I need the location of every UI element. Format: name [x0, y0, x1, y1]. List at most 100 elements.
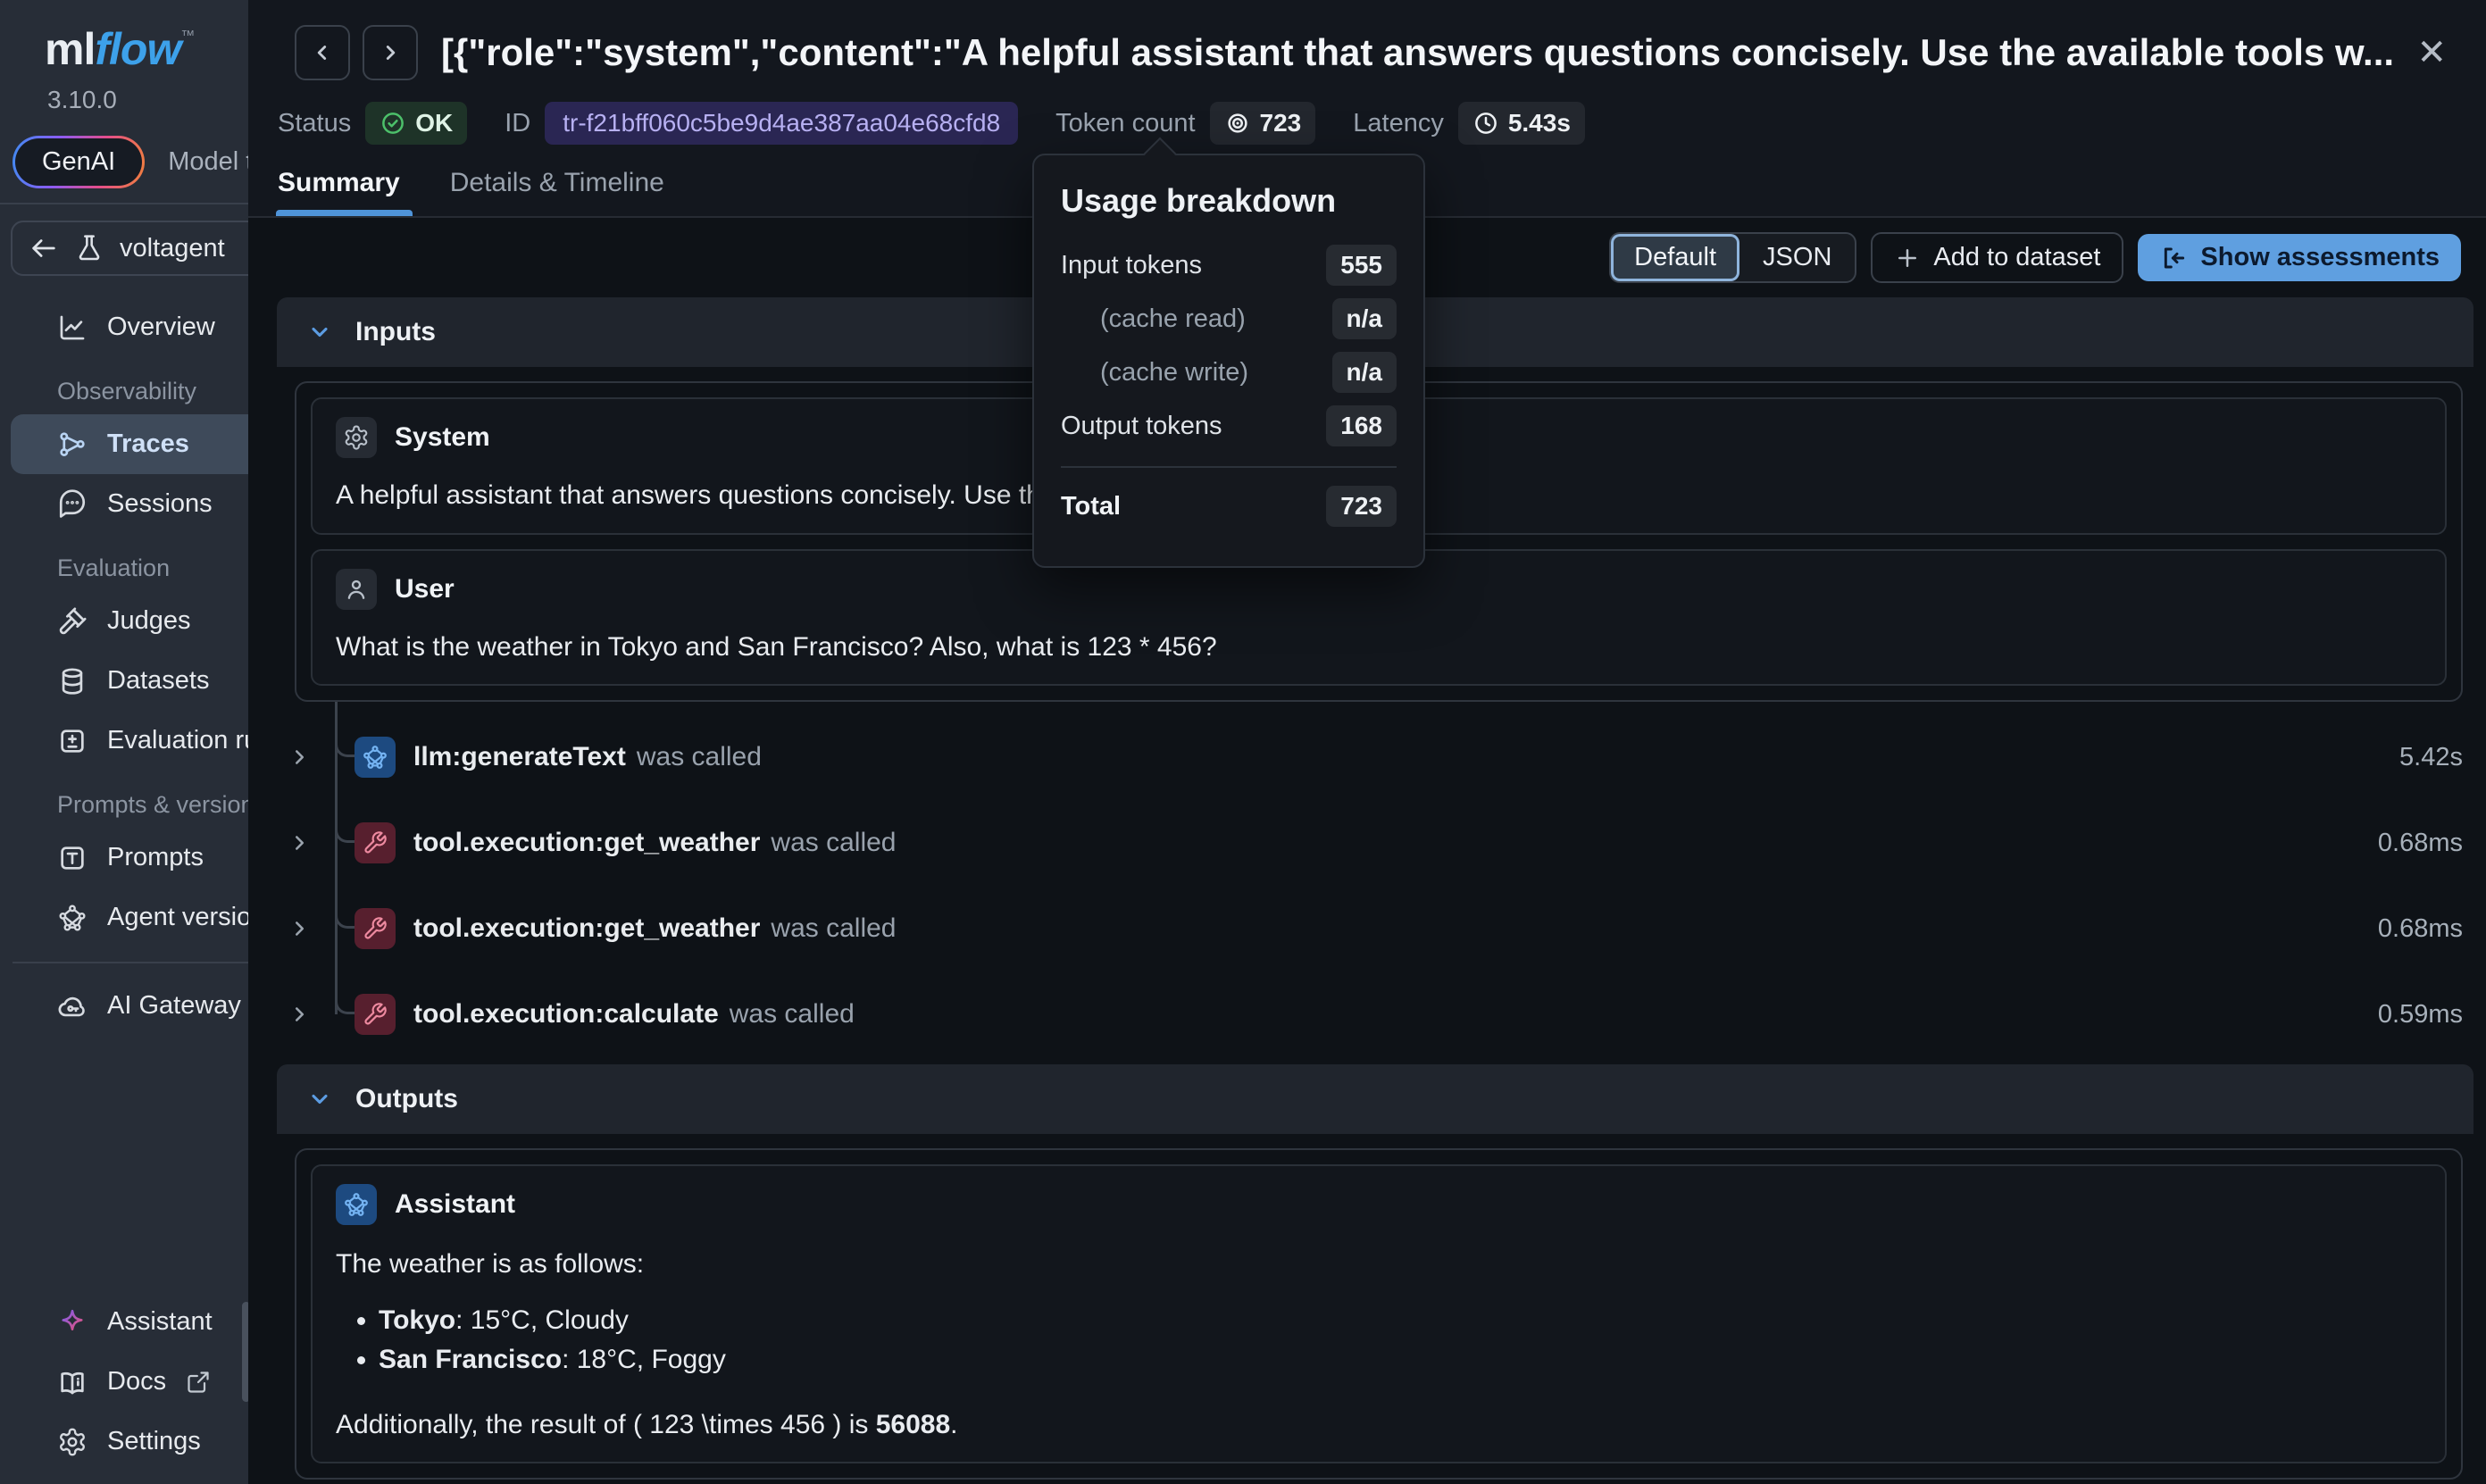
sidebar-item-evaluation-runs[interactable]: Evaluation runs	[0, 711, 248, 771]
tree-connector	[335, 729, 355, 757]
chevron-right-icon[interactable]	[283, 831, 315, 855]
popover-row-total: Total 723	[1061, 486, 1397, 527]
view-mode-json[interactable]: JSON	[1739, 234, 1855, 281]
trace-title: [{"role":"system","content":"A helpful a…	[441, 31, 2397, 74]
span-list: llm:generateText was called 5.42s tool.e…	[277, 714, 2473, 1057]
sidebar-item-judges[interactable]: Judges	[0, 591, 248, 651]
chevron-down-icon	[307, 1087, 332, 1112]
tab-genai[interactable]: GenAI	[13, 136, 145, 188]
value-badge: 168	[1326, 405, 1397, 446]
sidebar-section-evaluation: Evaluation	[0, 534, 248, 591]
user-message-text: What is the weather in Tokyo and San Fra…	[336, 628, 2422, 667]
inputs-section-label: Inputs	[355, 317, 436, 347]
previous-trace-button[interactable]	[295, 25, 350, 80]
popover-row-cache-read: (cache read) n/a	[1061, 298, 1397, 339]
span-row-tool-get-weather-2[interactable]: tool.execution:get_weather was called 0.…	[277, 886, 2473, 971]
network-icon	[57, 903, 88, 933]
sidebar-nav: Overview Observability Traces Sessions E…	[0, 297, 248, 1036]
latency-label: Latency	[1353, 109, 1444, 138]
flask-icon	[75, 234, 104, 263]
trace-detail-panel: [{"role":"system","content":"A helpful a…	[248, 0, 2486, 1484]
tab-details-timeline[interactable]: Details & Timeline	[450, 168, 664, 216]
experiment-selector[interactable]: voltagent	[11, 221, 248, 276]
sidebar-scrollbar-thumb[interactable]	[242, 1302, 248, 1402]
span-duration: 5.42s	[2399, 743, 2473, 772]
sidebar-item-settings[interactable]: Settings	[0, 1412, 248, 1471]
add-to-dataset-button[interactable]: Add to dataset	[1871, 232, 2123, 283]
popover-divider	[1061, 466, 1397, 468]
chevron-right-icon[interactable]	[283, 1003, 315, 1026]
assistant-final-line: Additionally, the result of ( 123 \times…	[336, 1405, 2422, 1445]
logo-ml: ml	[45, 23, 95, 75]
chevron-right-icon[interactable]	[283, 917, 315, 940]
popover-title: Usage breakdown	[1061, 182, 1397, 220]
user-message-card: User What is the weather in Tokyo and Sa…	[311, 549, 2447, 687]
tree-connector	[335, 900, 355, 929]
assistant-message-card: Assistant The weather is as follows: Tok…	[311, 1164, 2447, 1463]
status-label: Status	[278, 109, 351, 138]
show-assessments-button[interactable]: Show assessments	[2138, 234, 2461, 281]
gavel-icon	[57, 606, 88, 637]
gear-icon	[57, 1427, 88, 1457]
sidebar-item-assistant[interactable]: Assistant	[0, 1292, 248, 1352]
sidebar-divider	[13, 962, 248, 963]
mlflow-logo[interactable]: mlflow™	[0, 0, 248, 75]
view-mode-default[interactable]: Default	[1611, 234, 1739, 281]
trace-id-badge[interactable]: tr-f21bff060c5be9d4ae387aa04e68cfd8	[545, 102, 1018, 145]
outputs-section-header[interactable]: Outputs	[277, 1064, 2473, 1134]
panel-arrow-icon	[2159, 244, 2188, 272]
sidebar-item-ai-gateway[interactable]: AI Gateway	[0, 976, 248, 1036]
chevron-right-icon[interactable]	[283, 746, 315, 769]
sparkle-icon	[57, 1307, 88, 1338]
cloud-key-icon	[57, 991, 88, 1021]
next-trace-button[interactable]	[363, 25, 418, 80]
wrench-icon	[355, 822, 396, 863]
logo-flow: flow	[95, 23, 180, 75]
tab-summary[interactable]: Summary	[278, 168, 400, 216]
sidebar-item-sessions[interactable]: Sessions	[0, 474, 248, 534]
outputs-container: Assistant The weather is as follows: Tok…	[295, 1148, 2463, 1480]
clock-icon	[1472, 110, 1499, 137]
model-network-icon	[355, 737, 396, 778]
speech-bubble-icon	[57, 489, 88, 520]
assistant-message-text: The weather is as follows: Tokyo: 15°C, …	[336, 1245, 2422, 1444]
sidebar-section-prompts-versions: Prompts & versions	[0, 771, 248, 828]
close-button[interactable]: ✕	[2409, 31, 2454, 74]
user-role-label: User	[395, 574, 455, 604]
sidebar-item-agent-versions[interactable]: Agent versions	[0, 888, 248, 947]
popover-row-cache-write: (cache write) n/a	[1061, 352, 1397, 393]
sidebar-item-datasets[interactable]: Datasets	[0, 651, 248, 711]
bullseye-icon	[1224, 110, 1251, 137]
list-item: San Francisco: 18°C, Foggy	[379, 1345, 2422, 1375]
system-role-label: System	[395, 422, 490, 453]
span-row-tool-get-weather-1[interactable]: tool.execution:get_weather was called 0.…	[277, 800, 2473, 886]
span-row-tool-calculate[interactable]: tool.execution:calculate was called 0.59…	[277, 971, 2473, 1057]
value-badge: n/a	[1332, 298, 1397, 339]
book-icon	[57, 1367, 88, 1397]
value-badge: n/a	[1332, 352, 1397, 393]
weather-list: Tokyo: 15°C, Cloudy San Francisco: 18°C,…	[348, 1305, 2422, 1375]
arrow-left-icon[interactable]	[29, 233, 59, 263]
chevron-down-icon	[307, 320, 332, 345]
span-duration: 0.68ms	[2378, 829, 2473, 858]
sidebar-item-prompts[interactable]: Prompts	[0, 828, 248, 888]
usage-breakdown-popover: Usage breakdown Input tokens 555 (cache …	[1032, 154, 1425, 568]
tree-connector	[335, 986, 355, 1014]
token-count-badge[interactable]: 723	[1210, 102, 1316, 145]
tab-model-training[interactable]: Model training	[168, 147, 248, 177]
span-row-llm-generatetext[interactable]: llm:generateText was called 5.42s	[277, 714, 2473, 800]
tree-connector	[335, 814, 355, 843]
sidebar-item-docs[interactable]: Docs	[0, 1352, 248, 1412]
popover-row-output-tokens: Output tokens 168	[1061, 405, 1397, 446]
assistant-role-label: Assistant	[395, 1189, 515, 1220]
sidebar-item-traces[interactable]: Traces	[11, 414, 248, 474]
chart-line-icon	[57, 313, 88, 343]
value-badge: 723	[1326, 486, 1397, 527]
popover-row-input-tokens: Input tokens 555	[1061, 245, 1397, 286]
view-mode-segmented-control: Default JSON	[1609, 232, 1856, 283]
token-count-label: Token count	[1055, 109, 1195, 138]
list-item: Tokyo: 15°C, Cloudy	[379, 1305, 2422, 1336]
chevron-left-icon	[311, 41, 334, 64]
external-link-icon	[186, 1370, 211, 1395]
sidebar-item-overview[interactable]: Overview	[0, 297, 248, 357]
